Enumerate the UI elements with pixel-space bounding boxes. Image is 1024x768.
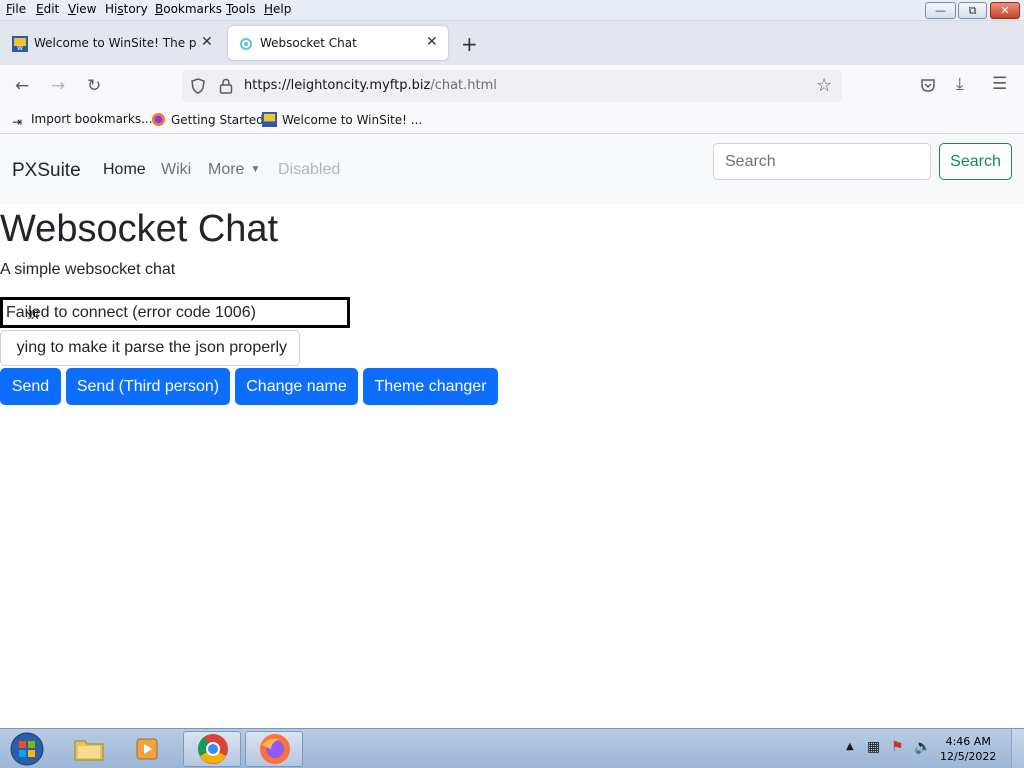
message-input[interactable] — [0, 330, 300, 366]
bookmark-import[interactable]: ⇥ Import bookmarks... — [12, 112, 153, 130]
text-cursor-icon: 𝔐 — [27, 308, 39, 323]
taskbar-firefox[interactable] — [245, 731, 303, 767]
chrome-icon — [198, 734, 228, 764]
url-host: https://leightoncity.myftp.biz — [244, 78, 431, 93]
theme-changer-button[interactable]: Theme changer — [363, 368, 498, 405]
close-icon[interactable]: ✕ — [426, 34, 438, 50]
nav-link-home[interactable]: Home — [103, 161, 146, 179]
bookmark-winsite[interactable]: Welcome to WinSite! ... — [262, 112, 422, 127]
clock-time: 4:46 AM — [945, 735, 991, 748]
close-window-icon[interactable]: ✕ — [990, 2, 1020, 19]
tab-strip: W Welcome to WinSite! The place ✕ Websoc… — [0, 21, 1024, 65]
pocket-icon[interactable] — [920, 77, 936, 93]
websocket-icon — [240, 38, 252, 50]
site-brand[interactable]: PXSuite — [12, 160, 81, 182]
system-clock[interactable]: 4:46 AM 12/5/2022 — [940, 734, 996, 764]
nav-link-more[interactable]: More ▼ — [208, 161, 260, 179]
media-player-icon — [136, 738, 158, 760]
action-center-icon[interactable]: ⚑ — [891, 739, 904, 755]
menu-history[interactable]: History — [105, 2, 148, 16]
bookmark-label: Welcome to WinSite! ... — [282, 113, 423, 127]
taskbar-media-player[interactable] — [120, 731, 178, 767]
download-icon[interactable]: ⤓ — [956, 74, 964, 94]
taskbar-chrome[interactable] — [183, 731, 241, 767]
start-button-icon[interactable] — [8, 731, 46, 767]
network-icon[interactable]: ▦ — [867, 739, 880, 755]
menu-view[interactable]: View — [68, 2, 96, 16]
nav-link-wiki[interactable]: Wiki — [161, 161, 191, 179]
new-tab-icon[interactable]: + — [461, 32, 478, 56]
firefox-icon — [260, 734, 290, 764]
page-title: Websocket Chat — [0, 208, 279, 250]
menu-icon[interactable]: ☰ — [992, 74, 1007, 94]
search-input[interactable] — [713, 143, 931, 180]
nav-toolbar: ← → ↻ https://leightoncity.myftp.biz/cha… — [0, 65, 1024, 107]
send-button[interactable]: Send — [0, 368, 61, 405]
volume-icon[interactable]: 🔈 — [914, 739, 931, 755]
page-subtitle: A simple websocket chat — [0, 261, 176, 278]
tray-overflow-icon[interactable]: ▲ — [846, 741, 854, 752]
menu-tools[interactable]: Tools — [226, 2, 256, 16]
winsite-icon: W — [12, 36, 28, 52]
taskbar: ▲ ▦ ⚑ 🔈 4:46 AM 12/5/2022 — [0, 728, 1024, 768]
tab-winsite[interactable]: W Welcome to WinSite! The place ✕ — [2, 26, 222, 60]
url-text[interactable]: https://leightoncity.myftp.biz/chat.html — [244, 78, 497, 93]
folder-icon — [74, 740, 104, 761]
minimize-icon[interactable]: — — [925, 2, 956, 19]
menu-file[interactable]: File — [6, 2, 26, 16]
back-icon[interactable]: ← — [15, 76, 29, 96]
bookmark-label: Import bookmarks... — [31, 112, 153, 126]
show-desktop-button[interactable] — [1011, 729, 1024, 768]
close-icon[interactable]: ✕ — [201, 34, 213, 50]
taskbar-explorer[interactable] — [60, 731, 118, 767]
bookmark-star-icon[interactable]: ☆ — [816, 75, 832, 96]
connection-status: Failed to connect (error code 1006) — [0, 297, 350, 328]
menu-bookmarks[interactable]: Bookmarks — [155, 2, 222, 16]
url-path: /chat.html — [430, 78, 497, 93]
forward-icon[interactable]: → — [51, 76, 65, 96]
shield-icon[interactable] — [190, 78, 206, 94]
reload-icon[interactable]: ↻ — [87, 76, 101, 96]
nav-more-label: More — [208, 161, 245, 178]
menu-help[interactable]: Help — [264, 2, 291, 16]
search-button[interactable]: Search — [939, 143, 1012, 180]
send-third-person-button[interactable]: Send (Third person) — [66, 368, 230, 405]
address-bar[interactable]: https://leightoncity.myftp.biz/chat.html… — [182, 70, 842, 102]
restore-icon[interactable]: ⧉ — [958, 2, 987, 19]
menu-edit[interactable]: Edit — [36, 2, 59, 16]
bookmark-getting-started[interactable]: Getting Started — [151, 112, 264, 127]
site-navbar: PXSuite Home Wiki More ▼ Disabled Search — [0, 134, 1024, 204]
lock-icon[interactable] — [219, 78, 233, 94]
svg-text:W: W — [17, 45, 23, 52]
bookmarks-toolbar: ⇥ Import bookmarks... Getting Started Wel… — [0, 107, 1024, 134]
import-icon: ⇥ — [12, 115, 23, 129]
change-name-button[interactable]: Change name — [235, 368, 358, 405]
page-content: PXSuite Home Wiki More ▼ Disabled Search … — [0, 134, 1024, 728]
firefox-icon — [151, 112, 166, 127]
nav-link-disabled: Disabled — [278, 161, 341, 178]
caret-down-icon: ▼ — [250, 164, 261, 175]
winsite-icon — [262, 112, 277, 127]
tab-label: Welcome to WinSite! The place — [34, 36, 196, 50]
tab-websocket-chat[interactable]: Websocket Chat ✕ — [228, 26, 448, 60]
tab-label: Websocket Chat — [260, 36, 357, 50]
bookmark-label: Getting Started — [171, 113, 264, 127]
clock-date: 12/5/2022 — [940, 750, 997, 763]
menu-bar: File Edit View History Bookmarks Tools H… — [0, 0, 1024, 21]
